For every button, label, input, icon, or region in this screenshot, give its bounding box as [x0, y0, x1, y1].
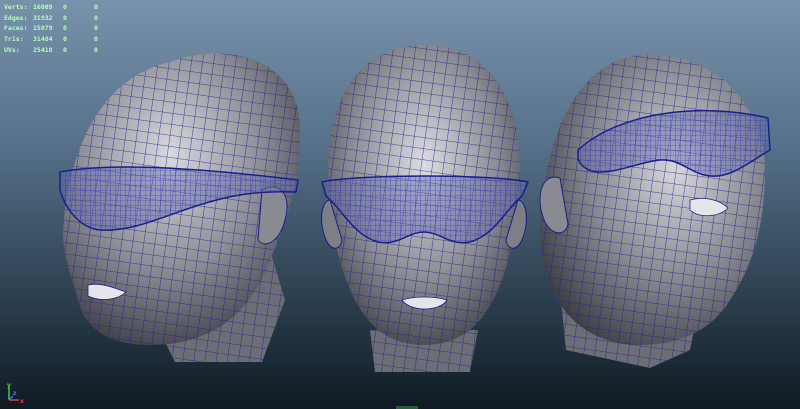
poly-count-hud: Verts: 16009 0 0 Edges: 31932 0 0 Faces:…: [4, 2, 98, 56]
hud-selected: 0: [63, 13, 67, 22]
hud-uv: 0: [94, 45, 98, 54]
model-view[interactable]: [0, 0, 800, 409]
hud-row-tris: Tris: 31484 0 0: [4, 34, 98, 45]
axis-y-label: y: [7, 383, 11, 389]
axis-gizmo-icon: y x z: [7, 383, 24, 405]
axis-x-label: x: [20, 398, 24, 405]
hud-value: 16009: [33, 3, 53, 11]
hud-selected: 0: [63, 45, 67, 54]
head-model-left[interactable]: [59, 53, 300, 362]
head-model-front[interactable]: [321, 45, 530, 372]
hud-label: Faces:: [4, 24, 28, 33]
axis-z-label: z: [13, 390, 17, 397]
hud-row-verts: Verts: 16009 0 0: [4, 2, 98, 13]
hud-selected: 0: [63, 35, 67, 44]
head-model-right[interactable]: [539, 54, 771, 368]
hud-uv: 0: [94, 3, 98, 11]
hud-value: 15879: [33, 24, 53, 33]
hud-uv: 0: [94, 24, 98, 33]
viewport-3d[interactable]: Verts: 16009 0 0 Edges: 31932 0 0 Faces:…: [0, 0, 800, 409]
hud-label: Verts:: [4, 3, 28, 11]
hud-row-uvs: UVs: 25418 0 0: [4, 45, 98, 56]
hud-selected: 0: [63, 3, 67, 11]
hud-value: 25418: [33, 45, 53, 54]
hud-uv: 0: [94, 35, 98, 44]
hud-label: Edges:: [4, 13, 28, 22]
hud-selected: 0: [63, 24, 67, 33]
hud-row-faces: Faces: 15879 0 0: [4, 23, 98, 34]
hud-row-edges: Edges: 31932 0 0: [4, 13, 98, 24]
hud-label: Tris:: [4, 35, 24, 44]
hud-value: 31484: [33, 35, 53, 44]
hud-value: 31932: [33, 13, 53, 22]
hud-uv: 0: [94, 13, 98, 22]
hud-label: UVs:: [4, 45, 20, 54]
